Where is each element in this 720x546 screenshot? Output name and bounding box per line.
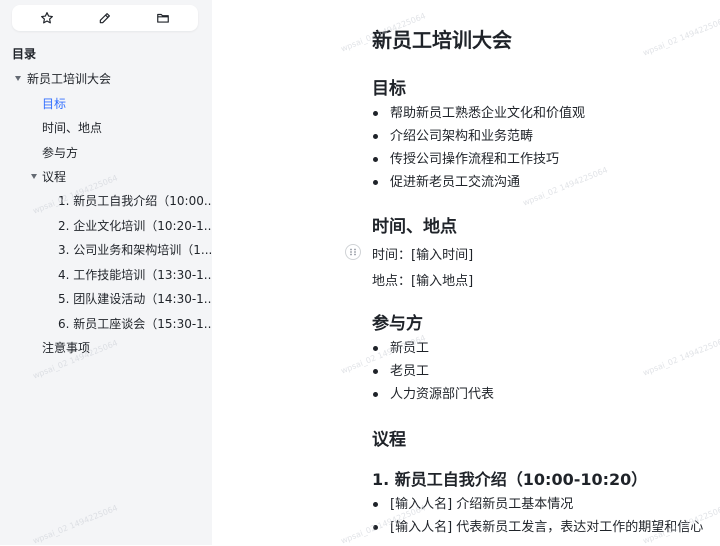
toc-item-label: 2. 企业文化培训（10:20-1... [58, 219, 212, 233]
sidebar: 目录 新员工培训大会 目标 时间、地点 参与方 议程 1. 新员工自我介绍（10… [0, 0, 212, 545]
toc-item-label: 3. 公司业务和架构培训（1... [58, 243, 212, 257]
time-field[interactable]: 时间：[输入时间] [372, 244, 473, 263]
heading-participants: 参与方 [372, 314, 423, 334]
toc-item-label: 时间、地点 [42, 121, 103, 135]
toc-item-agenda-5[interactable]: 5. 团队建设活动（14:30-1... [0, 288, 212, 310]
toc-item-label: 1. 新员工自我介绍（10:00... [58, 194, 212, 208]
caret-down-icon[interactable] [31, 174, 37, 179]
heading-agenda: 议程 [372, 430, 406, 450]
heading-agenda-1: 1. 新员工自我介绍（10:00-10:20） [372, 470, 648, 489]
toc-item-agenda-1[interactable]: 1. 新员工自我介绍（10:00... [0, 190, 212, 212]
heading-time-place: 时间、地点 [372, 217, 457, 237]
caret-down-icon[interactable] [15, 76, 21, 81]
toc-item-label: 新员工培训大会 [27, 72, 112, 86]
toc-item-label: 6. 新员工座谈会（15:30-1... [58, 317, 212, 331]
toc-item-agenda-2[interactable]: 2. 企业文化培训（10:20-1... [0, 215, 212, 237]
heading-goals: 目标 [372, 79, 406, 99]
toc-item-notes[interactable]: 注意事项 [0, 337, 212, 359]
toc-item-label: 议程 [42, 170, 67, 184]
pencil-icon[interactable] [95, 8, 115, 28]
toc-item-goals[interactable]: 目标 [0, 93, 212, 115]
toc-item-agenda[interactable]: 议程 [0, 166, 212, 188]
toc-item-agenda-4[interactable]: 4. 工作技能培训（13:30-1... [0, 264, 212, 286]
toc-item-label: 5. 团队建设活动（14:30-1... [58, 292, 212, 306]
toc-item-label: 参与方 [42, 146, 79, 160]
sidebar-toolbar [12, 5, 198, 31]
toc-item-time-place[interactable]: 时间、地点 [0, 117, 212, 139]
toc-item-participants[interactable]: 参与方 [0, 142, 212, 164]
toc-item-label: 注意事项 [42, 341, 91, 355]
toc-title: 目录 [12, 47, 37, 61]
toc-item-agenda-6[interactable]: 6. 新员工座谈会（15:30-1... [0, 313, 212, 335]
toc-item-label: 目标 [42, 97, 67, 111]
document-body[interactable]: 新员工培训大会 目标 帮助新员工熟悉企业文化和价值观 介绍公司架构和业务范畴 传… [212, 0, 720, 545]
place-field[interactable]: 地点：[输入地点] [372, 270, 473, 289]
doc-title: 新员工培训大会 [372, 28, 512, 52]
toc-item-agenda-3[interactable]: 3. 公司业务和架构培训（1... [0, 239, 212, 261]
toc-item-root[interactable]: 新员工培训大会 [0, 68, 212, 90]
folder-icon[interactable] [153, 8, 173, 28]
star-icon[interactable] [37, 8, 57, 28]
drag-handle-icon[interactable] [345, 244, 361, 260]
toc-item-label: 4. 工作技能培训（13:30-1... [58, 268, 212, 282]
